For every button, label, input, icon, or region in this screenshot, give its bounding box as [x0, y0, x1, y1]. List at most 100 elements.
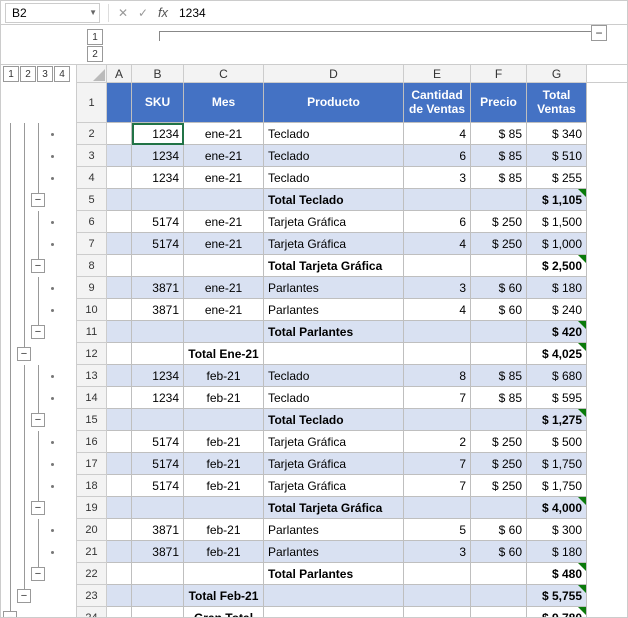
cell-mes[interactable]: Total Feb-21	[184, 585, 264, 607]
cancel-icon[interactable]: ✕	[113, 6, 133, 20]
row-header[interactable]: 9	[77, 277, 107, 299]
cell-precio[interactable]: $ 250	[471, 211, 527, 233]
row-header[interactable]: 11	[77, 321, 107, 343]
cell-producto[interactable]: Total Parlantes	[264, 321, 404, 343]
cell-cantidad[interactable]	[404, 563, 471, 585]
hdr-precio[interactable]: Precio	[471, 83, 527, 123]
cell-precio[interactable]: $ 250	[471, 233, 527, 255]
cell-sku[interactable]: 5174	[132, 475, 184, 497]
row-header[interactable]: 14	[77, 387, 107, 409]
cell-precio[interactable]: $ 250	[471, 453, 527, 475]
cell-mes[interactable]: feb-21	[184, 431, 264, 453]
cell[interactable]	[107, 365, 132, 387]
cell-sku[interactable]: 3871	[132, 541, 184, 563]
cell-mes[interactable]: ene-21	[184, 145, 264, 167]
cell-mes[interactable]: feb-21	[184, 541, 264, 563]
cell-precio[interactable]: $ 60	[471, 541, 527, 563]
outline-collapse-button[interactable]: −	[31, 413, 45, 427]
accept-icon[interactable]: ✓	[133, 6, 153, 20]
cell-cantidad[interactable]: 4	[404, 299, 471, 321]
hdr-mes[interactable]: Mes	[184, 83, 264, 123]
cell-producto[interactable]: Total Tarjeta Gráfica	[264, 255, 404, 277]
cell-cantidad[interactable]	[404, 585, 471, 607]
cell-mes[interactable]	[184, 409, 264, 431]
col-header-B[interactable]: B	[132, 65, 184, 82]
cell-precio[interactable]: $ 85	[471, 167, 527, 189]
col-level-2[interactable]: 2	[87, 46, 103, 62]
cell-sku[interactable]: 3871	[132, 299, 184, 321]
spreadsheet-grid[interactable]: A B C D E F G 1 SKU Mes Producto Cantida…	[77, 65, 627, 618]
cell-mes[interactable]: Total Ene-21	[184, 343, 264, 365]
outline-collapse-button[interactable]: −	[17, 347, 31, 361]
cell-sku[interactable]	[132, 189, 184, 211]
cell-mes[interactable]: ene-21	[184, 277, 264, 299]
cell-total[interactable]: $ 340	[527, 123, 587, 145]
cell-sku[interactable]	[132, 497, 184, 519]
cell-producto[interactable]	[264, 607, 404, 618]
outline-collapse-button[interactable]: −	[31, 567, 45, 581]
cell-mes[interactable]: feb-21	[184, 365, 264, 387]
cell-total[interactable]: $ 2,500	[527, 255, 587, 277]
cell-precio[interactable]	[471, 321, 527, 343]
cell-producto[interactable]: Parlantes	[264, 299, 404, 321]
row-header[interactable]: 13	[77, 365, 107, 387]
cell[interactable]	[107, 453, 132, 475]
cell-precio[interactable]: $ 60	[471, 277, 527, 299]
cell-total[interactable]: $ 420	[527, 321, 587, 343]
select-all-corner[interactable]	[77, 65, 107, 82]
cell-producto[interactable]: Total Teclado	[264, 409, 404, 431]
cell-producto[interactable]: Teclado	[264, 123, 404, 145]
cell-sku[interactable]	[132, 563, 184, 585]
dropdown-icon[interactable]: ▼	[89, 8, 97, 17]
cell-mes[interactable]: Gran Total	[184, 607, 264, 618]
cell-sku[interactable]	[132, 321, 184, 343]
cell-total[interactable]: $ 255	[527, 167, 587, 189]
cell[interactable]	[107, 277, 132, 299]
outline-collapse-button[interactable]: −	[31, 325, 45, 339]
row-header-1[interactable]: 1	[77, 83, 107, 123]
row-header[interactable]: 7	[77, 233, 107, 255]
cell-sku[interactable]: 1234	[132, 167, 184, 189]
formula-input[interactable]: 1234	[173, 6, 627, 20]
cell-mes[interactable]	[184, 255, 264, 277]
cell-sku[interactable]: 1234	[132, 145, 184, 167]
cell[interactable]	[107, 123, 132, 145]
cell-total[interactable]: $ 1,275	[527, 409, 587, 431]
outline-collapse-button[interactable]: −	[31, 259, 45, 273]
cell[interactable]	[107, 255, 132, 277]
cell-producto[interactable]: Teclado	[264, 167, 404, 189]
cell-mes[interactable]	[184, 321, 264, 343]
cell-precio[interactable]	[471, 607, 527, 618]
cell-sku[interactable]	[132, 607, 184, 618]
cell-precio[interactable]: $ 250	[471, 475, 527, 497]
cell-precio[interactable]: $ 250	[471, 431, 527, 453]
cell-producto[interactable]: Teclado	[264, 387, 404, 409]
cell-precio[interactable]	[471, 189, 527, 211]
cell-total[interactable]: $ 180	[527, 277, 587, 299]
cell-producto[interactable]: Teclado	[264, 145, 404, 167]
cell-precio[interactable]	[471, 563, 527, 585]
cell-precio[interactable]	[471, 255, 527, 277]
cell-total[interactable]: $ 1,500	[527, 211, 587, 233]
column-group-collapse[interactable]: −	[591, 25, 607, 41]
cell-producto[interactable]: Tarjeta Gráfica	[264, 431, 404, 453]
cell-mes[interactable]: feb-21	[184, 475, 264, 497]
row-header[interactable]: 6	[77, 211, 107, 233]
row-header[interactable]: 16	[77, 431, 107, 453]
cell[interactable]	[107, 607, 132, 618]
row-level-2[interactable]: 2	[20, 66, 36, 82]
name-box[interactable]: B2 ▼	[5, 3, 100, 23]
cell-total[interactable]: $ 1,105	[527, 189, 587, 211]
fx-icon[interactable]: fx	[153, 5, 173, 20]
cell-cantidad[interactable]	[404, 343, 471, 365]
cell[interactable]	[107, 431, 132, 453]
cell-producto[interactable]: Total Teclado	[264, 189, 404, 211]
col-header-C[interactable]: C	[184, 65, 264, 82]
cell[interactable]	[107, 321, 132, 343]
cell[interactable]	[107, 585, 132, 607]
cell-producto[interactable]: Parlantes	[264, 519, 404, 541]
hdr-A[interactable]	[107, 83, 132, 123]
cell-total[interactable]: $ 680	[527, 365, 587, 387]
cell-sku[interactable]	[132, 255, 184, 277]
cell-sku[interactable]	[132, 409, 184, 431]
